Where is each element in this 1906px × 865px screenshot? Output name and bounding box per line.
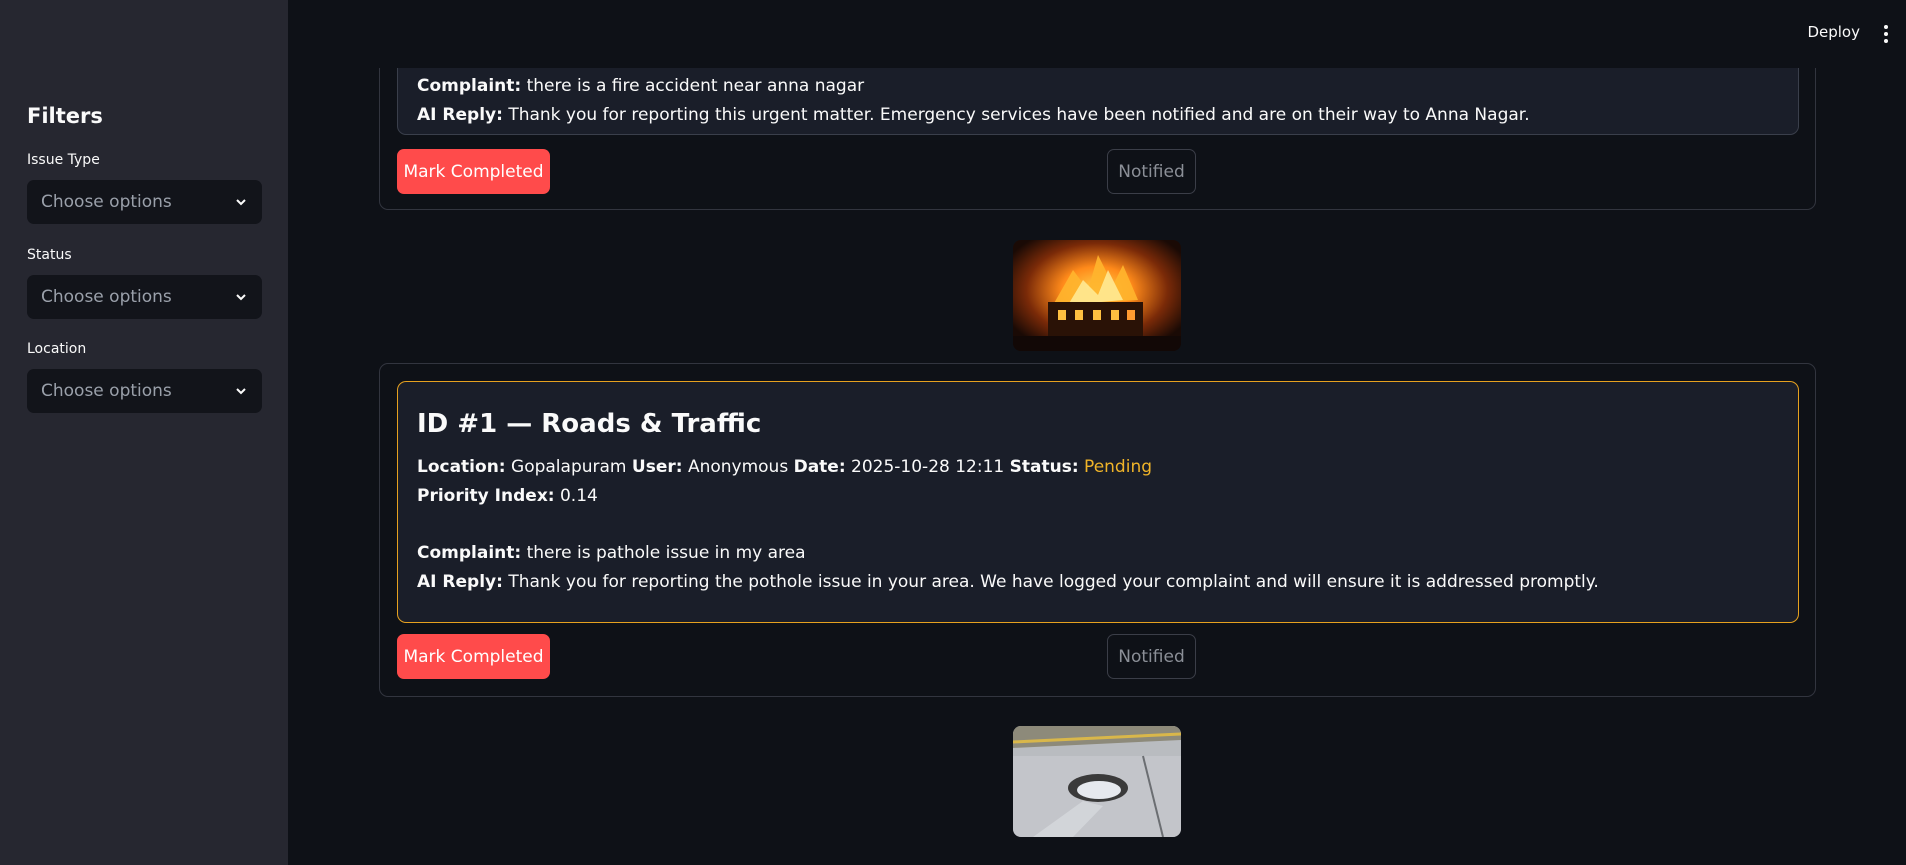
sidebar: Filters Issue Type Choose options Status… [0,0,288,865]
status-select[interactable]: Choose options [27,275,262,319]
complaint-image-pothole [1013,726,1181,837]
ai-reply-line: AI Reply: Thank you for reporting this u… [417,105,1530,125]
complaint-image-fire [1013,240,1181,351]
location-select[interactable]: Choose options [27,369,262,413]
status-badge: Pending [1084,457,1153,477]
notified-button[interactable]: Notified [1107,149,1196,194]
complaint-line: Complaint: there is a fire accident near… [417,76,865,96]
chevron-down-icon [236,199,246,206]
chevron-down-icon [236,388,246,395]
priority-line: Priority Index: 0.14 [417,486,598,506]
status-placeholder: Choose options [41,287,172,307]
notified-button[interactable]: Notified [1107,634,1196,679]
filters-heading: Filters [27,104,103,128]
app-header: Deploy [288,0,1906,68]
deploy-button[interactable]: Deploy [1807,23,1860,41]
complaint-title: ID #1 — Roads & Traffic [417,409,762,439]
complaint-details: ID #1 — Roads & Traffic Location: Gopala… [397,381,1799,623]
location-label: Location [27,341,87,357]
ai-reply-line: AI Reply: Thank you for reporting the po… [417,572,1599,592]
status-label: Status [27,247,72,263]
vertical-dots-icon[interactable] [1882,24,1890,44]
mark-completed-button[interactable]: Mark Completed [397,149,550,194]
issue-type-select[interactable]: Choose options [27,180,262,224]
mark-completed-button[interactable]: Mark Completed [397,634,550,679]
location-placeholder: Choose options [41,381,172,401]
complaint-card: ID #1 — Roads & Traffic Location: Gopala… [379,363,1816,697]
complaint-meta: Location: Gopalapuram User: Anonymous Da… [417,457,1153,477]
chevron-down-icon [236,294,246,301]
issue-type-placeholder: Choose options [41,192,172,212]
complaint-line: Complaint: there is pathole issue in my … [417,543,806,563]
issue-type-label: Issue Type [27,152,100,168]
